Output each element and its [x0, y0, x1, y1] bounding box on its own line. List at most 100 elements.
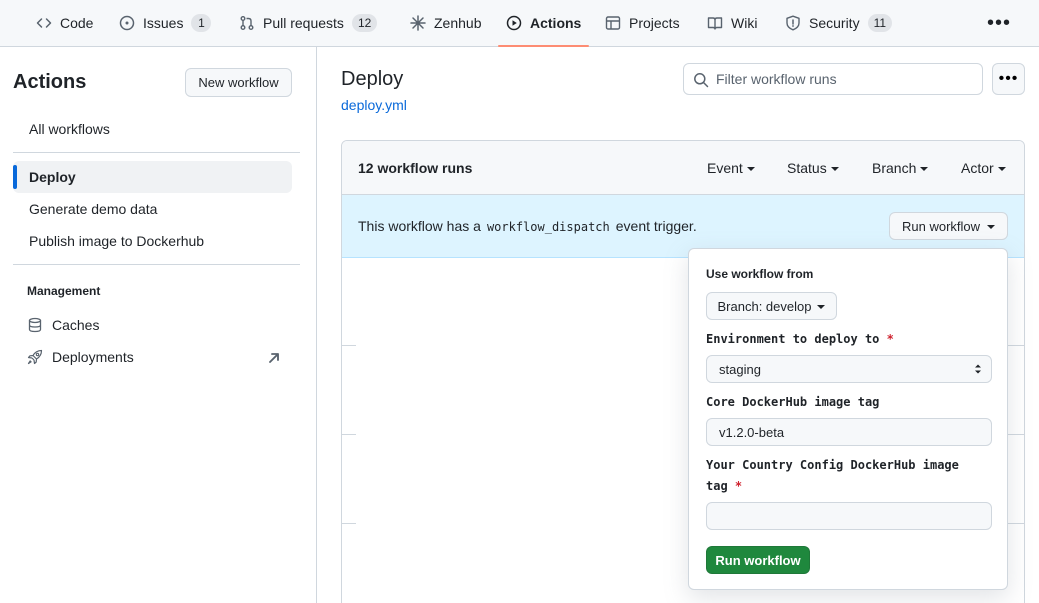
tab-label: Projects	[629, 15, 680, 31]
tab-code[interactable]: Code	[36, 0, 93, 46]
tab-label: Code	[60, 15, 94, 31]
dispatch-suffix: event trigger.	[615, 218, 697, 234]
label-line: Your Country Config DockerHub image	[706, 458, 959, 472]
table-icon	[605, 16, 621, 30]
label-line-2: tag *	[706, 476, 959, 497]
rocket-icon	[27, 349, 43, 365]
issues-count: 1	[191, 14, 212, 32]
security-count: 11	[867, 14, 893, 32]
sidebar-item-publish-image[interactable]: Publish image to Dockerhub	[13, 225, 292, 257]
environment-select[interactable]: staging	[706, 355, 992, 383]
branch-select-button[interactable]: Branch: develop	[706, 292, 837, 320]
tab-label: Wiki	[731, 15, 758, 31]
sidebar-item-deployments[interactable]: Deployments	[13, 341, 292, 373]
caret-down-icon	[987, 225, 996, 229]
sidebar-item-label: Publish image to Dockerhub	[29, 233, 205, 249]
dispatch-message: This workflow has a workflow_dispatch even…	[358, 218, 697, 234]
input-value: v1.2.0-beta	[719, 424, 785, 440]
tab-actions[interactable]: Actions	[497, 0, 590, 47]
new-workflow-button[interactable]: New workflow	[185, 68, 292, 97]
core-image-tag-label: Core DockerHub image tag	[706, 395, 880, 409]
caret-down-icon	[997, 167, 1006, 171]
caret-down-icon	[817, 305, 826, 309]
filter-label: Actor	[961, 160, 994, 176]
database-icon	[28, 317, 42, 333]
sidebar-item-label: All workflows	[29, 121, 110, 137]
sidebar-divider	[13, 264, 300, 265]
sidebar-item-caches[interactable]: Caches	[13, 309, 292, 341]
page-title: Deploy	[341, 68, 404, 90]
caret-down-icon	[830, 167, 839, 171]
label-text: Environment to deploy to	[706, 332, 880, 346]
more-actions-button[interactable]: •••	[992, 63, 1025, 95]
filter-workflow-runs-input[interactable]: Filter workflow runs	[683, 63, 983, 95]
country-config-tag-label: Your Country Config DockerHub image tag …	[706, 455, 959, 497]
book-icon	[707, 17, 723, 30]
sidebar-item-deploy[interactable]: Deploy	[13, 161, 292, 193]
filter-label: Event	[707, 160, 743, 176]
caret-down-icon	[920, 167, 929, 171]
tab-wiki[interactable]: Wiki	[707, 0, 757, 46]
filter-label: Status	[787, 160, 827, 176]
sidebar-item-all-workflows[interactable]: All workflows	[13, 113, 292, 145]
tab-label: Zenhub	[434, 15, 482, 31]
run-workflow-dropdown-button[interactable]: Run workflow	[889, 212, 1008, 240]
tab-projects[interactable]: Projects	[605, 0, 680, 46]
zenhub-icon	[410, 15, 426, 31]
sidebar-item-label: Generate demo data	[29, 201, 158, 217]
tab-issues[interactable]: Issues 1	[119, 0, 212, 46]
button-label: Branch: develop	[717, 298, 812, 314]
row-divider	[342, 345, 356, 346]
repo-nav: Code Issues 1 Pull requests 12 Zenhub Ac…	[0, 0, 1039, 47]
country-config-tag-input[interactable]	[706, 502, 992, 530]
dispatch-code: workflow_dispatch	[486, 220, 610, 234]
code-icon	[36, 18, 52, 28]
shield-icon	[786, 15, 800, 31]
run-workflow-popover: Use workflow from Branch: develop Enviro…	[688, 248, 1008, 590]
tab-label: Pull requests	[263, 15, 344, 31]
tab-zenhub[interactable]: Zenhub	[410, 0, 481, 46]
play-icon	[506, 15, 522, 31]
issue-opened-icon	[119, 15, 135, 31]
tab-pull-requests[interactable]: Pull requests 12	[239, 0, 378, 46]
workflow-file-link[interactable]: deploy.yml	[341, 97, 407, 113]
sidebar-item-label: Deploy	[29, 169, 76, 185]
row-divider	[1006, 523, 1024, 524]
run-workflow-submit-button[interactable]: Run workflow	[706, 546, 810, 574]
search-icon	[694, 73, 709, 88]
sidebar-title: Actions	[13, 71, 87, 93]
actor-filter-menu[interactable]: Actor	[961, 160, 1006, 176]
required-mark: *	[886, 332, 894, 346]
tab-label: Actions	[530, 15, 582, 31]
more-options-icon[interactable]: •••	[987, 12, 1011, 35]
label-text: tag	[706, 479, 728, 493]
branch-filter-menu[interactable]: Branch	[872, 160, 929, 176]
filter-label: Branch	[872, 160, 917, 176]
management-heading: Management	[27, 284, 101, 298]
runs-count: 12 workflow runs	[358, 160, 473, 176]
runs-header: 12 workflow runs Event Status Branch Act…	[342, 141, 1024, 195]
event-filter-menu[interactable]: Event	[707, 160, 755, 176]
tab-label: Issues	[143, 15, 184, 31]
environment-label: Environment to deploy to *	[706, 329, 894, 350]
row-divider	[1006, 434, 1024, 435]
row-divider	[1006, 345, 1024, 346]
sidebar-item-label: Deployments	[52, 349, 134, 365]
arrow-up-right-icon	[269, 353, 279, 363]
actions-sidebar: Actions New workflow All workflows Deplo…	[0, 47, 317, 603]
sidebar-divider	[13, 152, 300, 153]
required-mark: *	[734, 479, 743, 493]
git-pull-request-icon	[240, 16, 254, 30]
status-filter-menu[interactable]: Status	[787, 160, 839, 176]
row-divider	[342, 523, 356, 524]
row-divider	[342, 434, 356, 435]
button-label: Run workflow	[901, 218, 981, 234]
sidebar-item-generate-demo-data[interactable]: Generate demo data	[13, 193, 292, 225]
pull-requests-count: 12	[351, 14, 378, 32]
tab-label: Security	[809, 15, 860, 31]
select-value: staging	[719, 361, 761, 377]
tab-security[interactable]: Security 11	[785, 0, 893, 46]
select-arrows-icon	[975, 364, 981, 374]
filter-placeholder: Filter workflow runs	[716, 71, 837, 87]
core-image-tag-input[interactable]: v1.2.0-beta	[706, 418, 992, 446]
